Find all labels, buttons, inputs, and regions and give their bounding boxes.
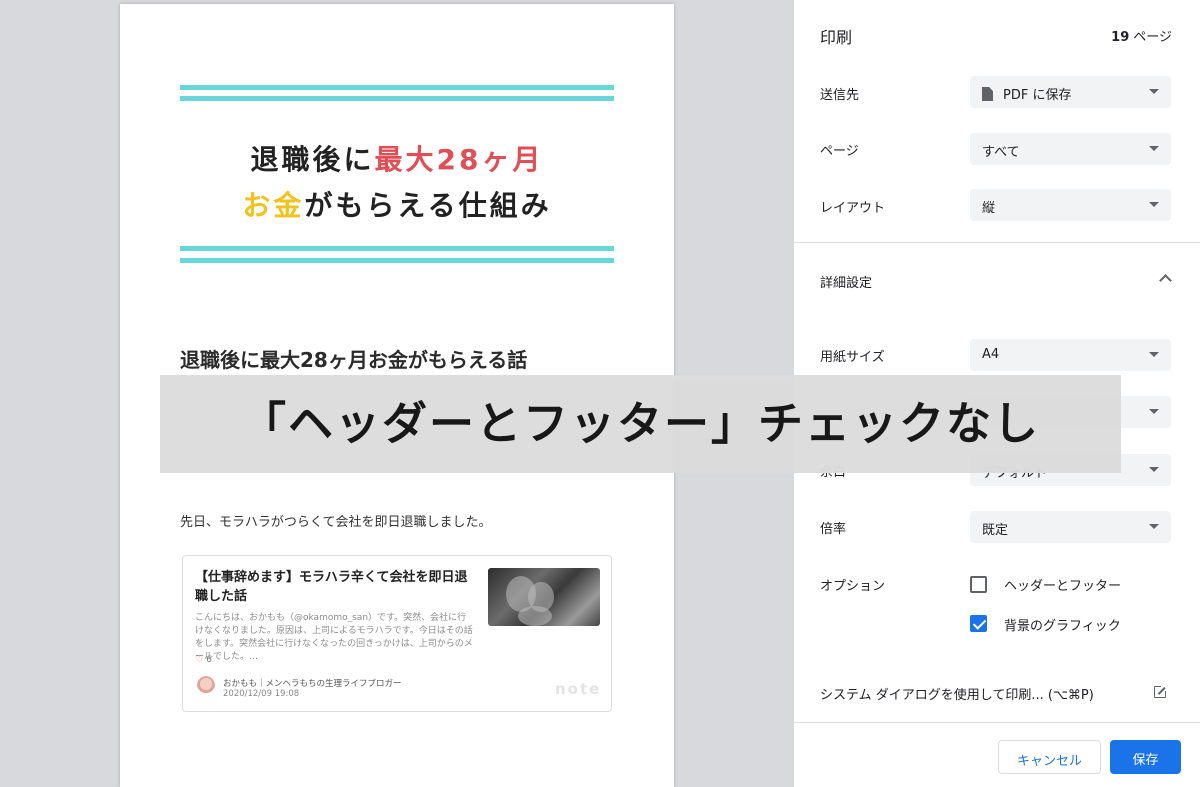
background-graphics-checkbox[interactable] — [970, 615, 987, 632]
hero-text: がもらえる仕組み — [304, 189, 552, 222]
like-count: 6 — [206, 655, 212, 665]
save-button[interactable]: 保存 — [1110, 740, 1181, 774]
hero-heading-line2: お金がもらえる仕組み — [120, 184, 674, 224]
avatar — [197, 676, 215, 696]
divider — [794, 242, 1200, 243]
dropdown-arrow-icon — [1149, 467, 1159, 472]
destination-select[interactable]: PDF に保存 — [970, 76, 1171, 108]
decorative-stripe — [180, 85, 614, 90]
annotation-caption-banner: 「ヘッダーとフッター」チェックなし — [160, 375, 1121, 473]
card-title: 【仕事辞めます】モラハラ辛くて会社を即日退職した話 — [195, 570, 468, 604]
hero-text: 退職後に — [250, 143, 375, 176]
headers-footers-label[interactable]: ヘッダーとフッター — [1004, 575, 1121, 594]
pages-value: すべて — [982, 145, 1020, 160]
dropdown-arrow-icon — [1149, 524, 1159, 529]
open-in-new-icon[interactable] — [1154, 685, 1167, 698]
layout-value: 縦 — [982, 201, 996, 216]
layout-select[interactable]: 縦 — [970, 189, 1171, 221]
dropdown-arrow-icon — [1149, 202, 1159, 207]
card-date: 2020/12/09 19:08 — [223, 689, 300, 699]
background-graphics-label[interactable]: 背景のグラフィック — [1004, 615, 1121, 634]
pages-label: ページ — [820, 144, 859, 159]
embedded-link-card: 【仕事辞めます】モラハラ辛くて会社を即日退職した話 こんにちは、おかもも（@ok… — [182, 555, 612, 712]
system-dialog-link[interactable]: システム ダイアログを使用して印刷... (⌥⌘P) — [820, 684, 1094, 703]
page-count-number: 19 — [1111, 30, 1130, 45]
document-icon — [982, 87, 993, 101]
paper-size-value: A4 — [982, 347, 1000, 362]
dropdown-arrow-icon — [1149, 89, 1159, 94]
scale-value: 既定 — [982, 523, 1009, 538]
decorative-stripe — [180, 258, 614, 263]
more-settings-toggle[interactable]: 詳細設定 — [820, 272, 872, 291]
page-count-unit: ページ — [1133, 30, 1172, 45]
dropdown-arrow-icon — [1149, 146, 1159, 151]
panel-title: 印刷 — [820, 28, 853, 47]
scale-label: 倍率 — [820, 522, 847, 537]
article-body-text: 先日、モラハラがつらくて会社を即日退職しました。 — [180, 515, 492, 530]
card-author: おかもも｜メンヘラもちの生理ライフブロガー — [223, 679, 402, 689]
layout-label: レイアウト — [820, 201, 886, 216]
note-logo: note — [555, 680, 602, 698]
headers-footers-checkbox[interactable] — [970, 576, 987, 593]
hero-text-highlight: お金 — [242, 189, 305, 222]
card-excerpt: こんにちは、おかもも（@okamomo_san）です。突然、会社に行けなくなりま… — [195, 613, 473, 662]
card-thumbnail-image — [488, 568, 600, 626]
article-title: 退職後に最大28ヶ月お金がもらえる話 — [180, 348, 528, 372]
hero-text-highlight: 最大28ヶ月 — [374, 143, 544, 176]
dropdown-arrow-icon — [1149, 352, 1159, 357]
divider — [794, 722, 1200, 723]
chevron-up-icon[interactable] — [1159, 274, 1172, 287]
paper-size-select[interactable]: A4 — [970, 339, 1171, 371]
destination-value: PDF に保存 — [1003, 88, 1072, 103]
decorative-stripe — [180, 96, 614, 101]
cancel-button[interactable]: キャンセル — [998, 740, 1101, 774]
hero-heading-line1: 退職後に最大28ヶ月 — [120, 138, 674, 178]
dropdown-arrow-icon — [1149, 409, 1159, 414]
scale-select[interactable]: 既定 — [970, 511, 1171, 543]
card-like-count: ♡ 6 — [195, 655, 212, 665]
decorative-stripe — [180, 246, 614, 251]
paper-size-label: 用紙サイズ — [820, 350, 885, 365]
annotation-caption: 「ヘッダーとフッター」チェックなし — [240, 397, 1040, 450]
page-count: 19 ページ — [1111, 26, 1172, 45]
pages-select[interactable]: すべて — [970, 133, 1171, 165]
options-label: オプション — [820, 579, 886, 594]
heart-icon: ♡ — [195, 655, 204, 665]
destination-label: 送信先 — [820, 88, 860, 103]
